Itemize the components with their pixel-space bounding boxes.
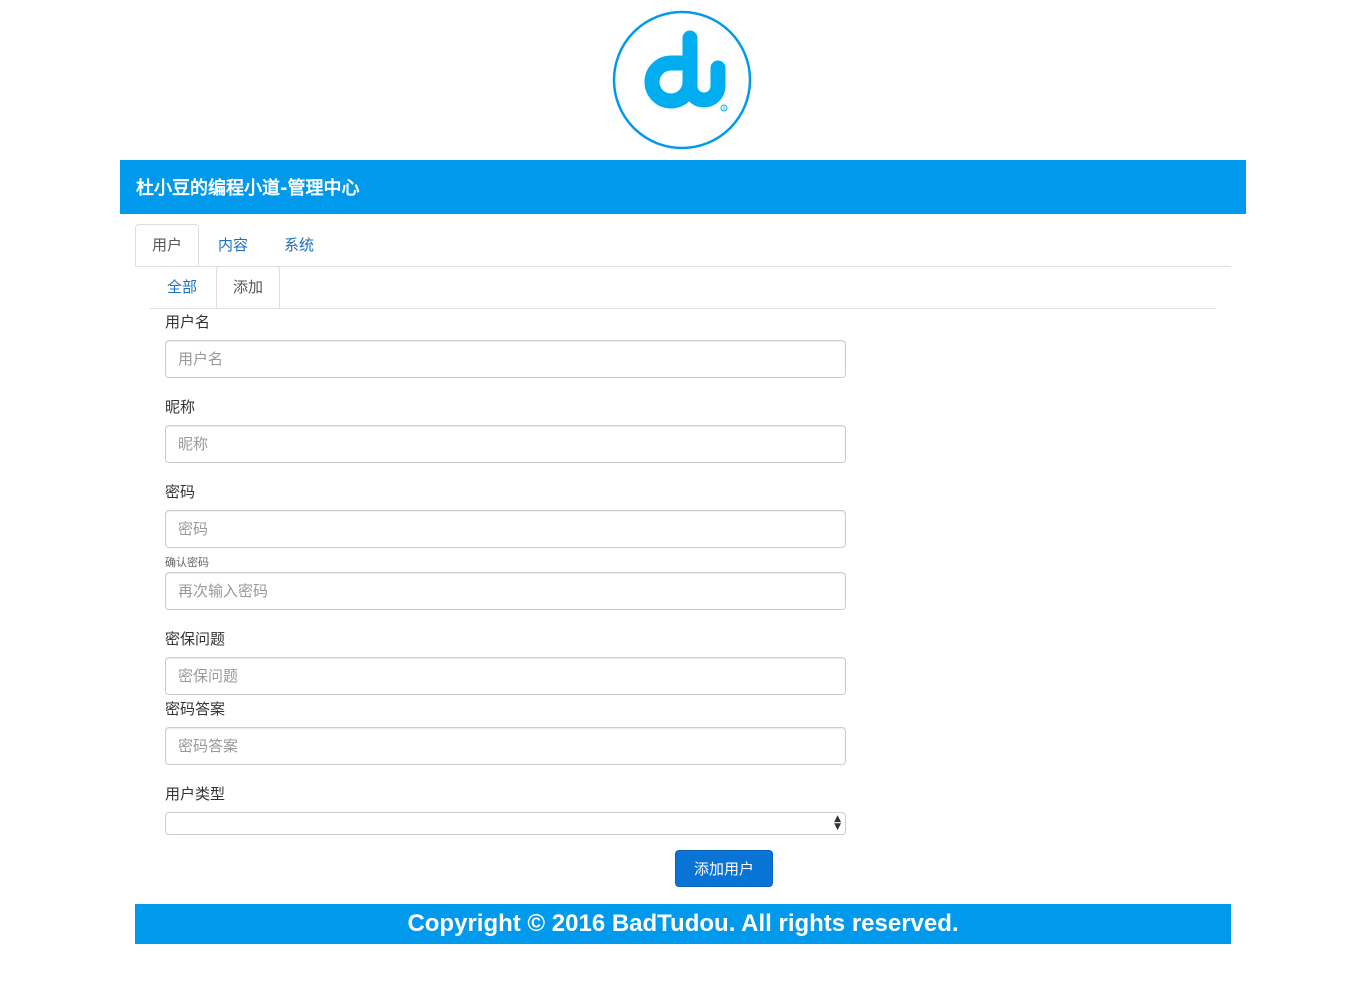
nickname-label: 昵称	[165, 398, 196, 416]
password-input[interactable]	[165, 510, 846, 548]
security-question-input[interactable]	[165, 657, 846, 695]
confirm-password-label: 确认密码	[165, 556, 209, 569]
tab-all-users[interactable]: 全部	[150, 266, 214, 307]
tab-users[interactable]: 用户	[135, 224, 200, 266]
page-title: 杜小豆的编程小道-管理中心	[136, 178, 360, 199]
security-question-label: 密保问题	[165, 630, 226, 648]
confirm-password-input[interactable]	[165, 572, 846, 610]
tab-add-user[interactable]: 添加	[216, 266, 281, 308]
main-tabs: 用户 内容 系统	[135, 224, 1231, 267]
user-type-label: 用户类型	[165, 785, 226, 803]
select-arrows-icon: ▲ ▼	[834, 814, 841, 832]
username-input[interactable]	[165, 340, 846, 378]
copyright-text: Copyright © 2016 BadTudou. All rights re…	[407, 910, 959, 937]
logo: R	[612, 10, 752, 150]
password-label: 密码	[165, 483, 196, 501]
tab-content[interactable]: 内容	[201, 224, 265, 265]
nickname-input[interactable]	[165, 425, 846, 463]
du-logo-icon: R	[612, 10, 752, 150]
add-user-button[interactable]: 添加用户	[675, 850, 773, 887]
user-type-select[interactable]: ▲ ▼	[165, 812, 846, 835]
security-answer-input[interactable]	[165, 727, 846, 765]
footer: Copyright © 2016 BadTudou. All rights re…	[135, 904, 1231, 944]
username-label: 用户名	[165, 313, 211, 331]
header-bar: 杜小豆的编程小道-管理中心	[120, 160, 1246, 214]
svg-text:R: R	[723, 106, 726, 111]
tab-system[interactable]: 系统	[267, 224, 331, 265]
sub-tabs: 全部 添加	[150, 266, 1216, 309]
security-answer-label: 密码答案	[165, 700, 226, 718]
